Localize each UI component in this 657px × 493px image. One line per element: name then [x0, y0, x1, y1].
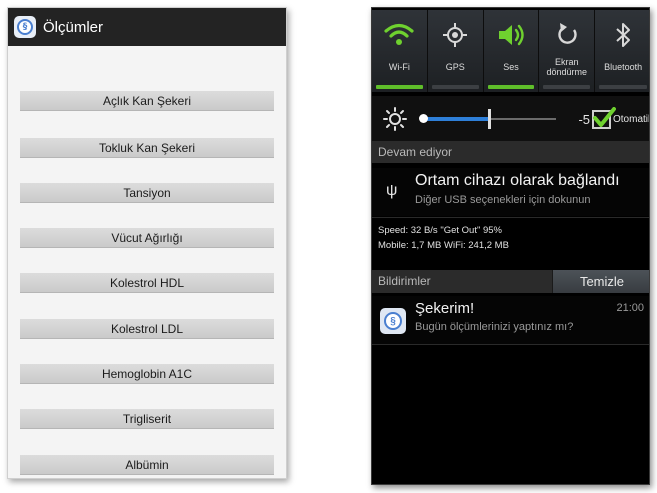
- notification-text: Bugün ölçümlerinizi yaptınız mı?: [415, 321, 574, 333]
- toggle-indicator: [376, 85, 423, 89]
- slider-start-dot: [419, 114, 428, 123]
- gps-icon: [443, 23, 468, 47]
- menu-button-fasting-glucose[interactable]: Açlık Kan Şekeri: [20, 91, 274, 111]
- brightness-icon: [383, 107, 407, 131]
- stats-line-data: Mobile: 1,7 MB WiFi: 241,2 MB: [378, 240, 509, 251]
- toggle-label: GPS: [445, 62, 465, 72]
- menu-button-postprandial-glucose[interactable]: Tokluk Kan Şekeri: [20, 138, 274, 158]
- sound-icon: [498, 24, 524, 46]
- divider: [372, 217, 649, 218]
- menu-button-cholesterol-ldl[interactable]: Kolestrol LDL: [20, 319, 274, 339]
- wifi-icon: [384, 23, 414, 45]
- usb-title: Ortam cihazı olarak bağlandı: [415, 172, 620, 189]
- measurements-screen: § Ölçümler Açlık Kan Şekeri Tokluk Kan Ş…: [7, 7, 287, 479]
- menu-button-body-weight[interactable]: Vücut Ağırlığı: [20, 228, 274, 248]
- notification-panel: Wi-Fi GPS Ses Ekran döndürme Bluetooth -…: [371, 7, 650, 485]
- toggle-label: Bluetooth: [604, 62, 643, 72]
- usb-notification[interactable]: ψ Ortam cihazı olarak bağlandı Diğer USB…: [372, 168, 649, 216]
- toggle-label: Ekran döndürme: [546, 57, 588, 77]
- menu-button-cholesterol-hdl[interactable]: Kolestrol HDL: [20, 273, 274, 293]
- brightness-value: -5: [578, 111, 590, 127]
- toggle-indicator: [487, 85, 535, 89]
- usb-subtitle: Diğer USB seçenekleri için dokunun: [415, 194, 591, 206]
- toggle-indicator: [599, 85, 647, 89]
- notifications-header: Bildirimler Temizle: [372, 270, 649, 293]
- quick-settings-row: Wi-Fi GPS Ses Ekran döndürme Bluetooth: [372, 10, 649, 92]
- divider: [372, 344, 649, 345]
- network-stats: Speed: 32 B/s "Get Out" 95% Mobile: 1,7 …: [378, 223, 509, 253]
- toggle-bluetooth[interactable]: Bluetooth: [595, 10, 649, 92]
- slider-fill: [422, 117, 489, 121]
- checkmark-icon: [593, 106, 616, 127]
- slider-thumb[interactable]: [488, 109, 491, 129]
- brightness-slider[interactable]: [419, 109, 556, 129]
- toggle-wifi[interactable]: Wi-Fi: [372, 10, 428, 92]
- menu-button-albumin[interactable]: Albümin: [20, 455, 274, 475]
- notification-title: Şekerim!: [415, 300, 475, 317]
- screen-title: Ölçümler: [43, 18, 104, 36]
- brightness-row: -5 Otomatik: [372, 96, 650, 142]
- toggle-rotation[interactable]: Ekran döndürme: [539, 10, 596, 92]
- toggle-gps[interactable]: GPS: [427, 10, 484, 92]
- menu-button-hemoglobin-a1c[interactable]: Hemoglobin A1C: [20, 364, 274, 384]
- toggle-label: Ses: [503, 62, 519, 72]
- auto-brightness-checkbox[interactable]: [592, 106, 616, 129]
- app-logo-icon: §: [380, 308, 406, 334]
- stats-line-speed: Speed: 32 B/s "Get Out" 95%: [378, 225, 502, 236]
- auto-brightness-label: Otomatik: [613, 113, 650, 125]
- notification-time: 21:00: [616, 302, 644, 314]
- action-bar: § Ölçümler: [8, 8, 286, 46]
- toggle-indicator: [431, 85, 479, 89]
- clear-button[interactable]: Temizle: [552, 270, 649, 293]
- ongoing-header: Devam ediyor: [372, 141, 649, 163]
- toggle-indicator: [543, 85, 591, 89]
- menu-button-blood-pressure[interactable]: Tansiyon: [20, 183, 274, 203]
- toggle-sound[interactable]: Ses: [483, 10, 540, 92]
- usb-icon: ψ: [386, 182, 398, 199]
- app-notification[interactable]: § Şekerim! 21:00 Bugün ölçümlerinizi yap…: [372, 296, 649, 344]
- rotate-icon: [558, 23, 577, 44]
- notifications-label: Bildirimler: [378, 274, 431, 288]
- menu-button-triglyceride[interactable]: Trigliserit: [20, 409, 274, 429]
- bluetooth-icon: [616, 23, 631, 47]
- app-logo-icon[interactable]: §: [14, 16, 36, 38]
- toggle-label: Wi-Fi: [388, 62, 410, 72]
